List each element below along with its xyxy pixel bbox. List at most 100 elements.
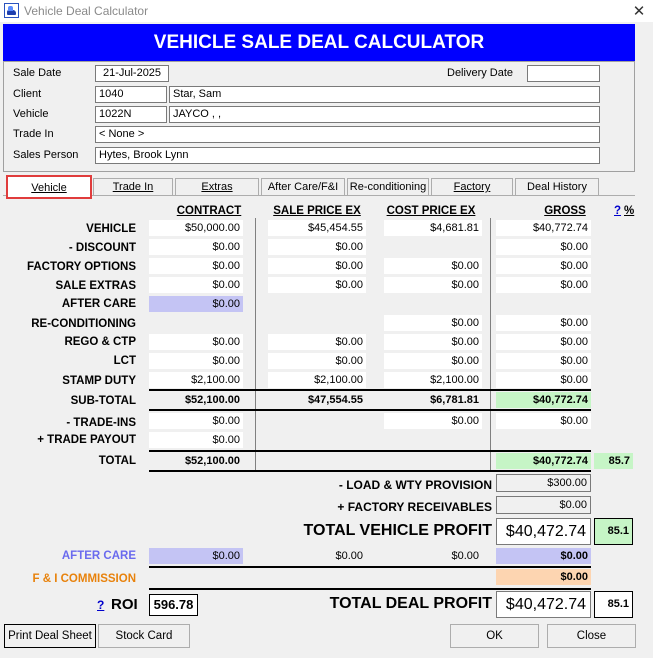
after-care-summary-label: AFTER CARE bbox=[61, 550, 136, 562]
sub-total-contract-cell: $52,100.00 bbox=[184, 394, 240, 406]
header-contract: CONTRACT bbox=[176, 205, 242, 217]
tab-vehicle[interactable]: Vehicle bbox=[6, 175, 92, 199]
tab-trade-in[interactable]: Trade In bbox=[93, 178, 173, 195]
after-care-summary-gross: $0.00 bbox=[496, 548, 591, 564]
discount-sale-cell[interactable]: $0.00 bbox=[268, 239, 366, 255]
sale-extras-cost-cell[interactable]: $0.00 bbox=[384, 277, 482, 293]
lct-gross-cell: $0.00 bbox=[496, 353, 591, 369]
factory-options-gross-cell: $0.00 bbox=[496, 258, 591, 274]
rego-ctp-contract-cell[interactable]: $0.00 bbox=[149, 334, 243, 350]
sales-person-field[interactable]: Hytes, Brook Lynn bbox=[95, 147, 600, 164]
trade-ins-gross-cell: $0.00 bbox=[496, 413, 591, 429]
vehicle-sale-cell[interactable]: $45,454.55 bbox=[268, 220, 366, 236]
discount-contract-cell[interactable]: $0.00 bbox=[149, 239, 243, 255]
close-button[interactable]: Close bbox=[547, 624, 636, 648]
factory-options-sale-cell[interactable]: $0.00 bbox=[268, 258, 366, 274]
stock-card-button[interactable]: Stock Card bbox=[98, 624, 190, 648]
factory-receivables-value: $0.00 bbox=[496, 496, 591, 514]
tab-vehicle-label: Vehicle bbox=[31, 182, 67, 194]
trade-ins-contract-cell[interactable]: $0.00 bbox=[149, 413, 243, 429]
roi-value: 596.78 bbox=[149, 594, 198, 616]
after-care-summary-sale: $0.00 bbox=[335, 550, 363, 562]
sale-date-field[interactable]: 21-Jul-2025 bbox=[95, 65, 169, 82]
ok-button[interactable]: OK bbox=[450, 624, 539, 648]
column-divider bbox=[490, 218, 491, 471]
total-deal-profit-value: $40,472.74 bbox=[496, 591, 591, 618]
total-rule bbox=[149, 450, 591, 452]
roi-label: ROI bbox=[111, 596, 138, 613]
stamp-duty-cost-cell[interactable]: $2,100.00 bbox=[384, 372, 482, 388]
total-percent-cell: 85.7 bbox=[594, 453, 633, 469]
rego-ctp-sale-cell[interactable]: $0.00 bbox=[268, 334, 366, 350]
column-divider bbox=[255, 218, 256, 471]
vehicle-cost-cell[interactable]: $4,681.81 bbox=[384, 220, 482, 236]
sale-extras-sale-cell[interactable]: $0.00 bbox=[268, 277, 366, 293]
roi-help-link[interactable]: ? bbox=[97, 598, 104, 612]
trade-payout-contract-cell[interactable]: $0.00 bbox=[149, 432, 243, 448]
tab-after-care[interactable]: After Care/F&I bbox=[261, 178, 345, 195]
tab-factory-label: Factory bbox=[453, 181, 491, 193]
tab-extras-label: Extras bbox=[201, 181, 233, 193]
client-code-field[interactable]: 1040 bbox=[95, 86, 167, 103]
vehicle-contract-cell[interactable]: $50,000.00 bbox=[149, 220, 243, 236]
lct-sale-cell[interactable]: $0.00 bbox=[268, 353, 366, 369]
total-deal-profit-label: TOTAL DEAL PROFIT bbox=[329, 595, 492, 612]
stamp-duty-sale-cell[interactable]: $2,100.00 bbox=[268, 372, 366, 388]
row-label-rego-ctp: REGO & CTP bbox=[64, 336, 136, 348]
tab-reconditioning[interactable]: Re-conditioning bbox=[347, 178, 429, 195]
tab-extras[interactable]: Extras bbox=[175, 178, 259, 195]
vehicle-gross-cell: $40,772.74 bbox=[496, 220, 591, 236]
close-icon[interactable]: ✕ bbox=[631, 2, 647, 20]
row-label-sale-extras: SALE EXTRAS bbox=[55, 280, 136, 292]
vehicle-profit-percent: 85.1 bbox=[594, 518, 633, 545]
stamp-duty-contract-cell[interactable]: $2,100.00 bbox=[149, 372, 243, 388]
after-care-summary-cost: $0.00 bbox=[451, 550, 479, 562]
vehicle-code-field[interactable]: 1022N bbox=[95, 106, 167, 123]
row-label-after-care: AFTER CARE bbox=[61, 298, 136, 310]
sale-date-label: Sale Date bbox=[13, 67, 62, 79]
tab-deal-history-label: Deal History bbox=[527, 181, 587, 193]
discount-gross-cell: $0.00 bbox=[496, 239, 591, 255]
row-label-vehicle: VEHICLE bbox=[86, 223, 136, 235]
total-vehicle-profit-label: TOTAL VEHICLE PROFIT bbox=[303, 522, 492, 539]
after-care-contract-cell[interactable]: $0.00 bbox=[149, 296, 243, 312]
total-gross-cell: $40,772.74 bbox=[496, 453, 591, 469]
tab-strip-line bbox=[3, 195, 635, 196]
subtotal-rule bbox=[149, 389, 591, 391]
rego-ctp-cost-cell[interactable]: $0.00 bbox=[384, 334, 482, 350]
window-title: Vehicle Deal Calculator bbox=[24, 4, 149, 18]
client-name-field[interactable]: Star, Sam bbox=[169, 86, 600, 103]
sub-total-gross-cell: $40,772.74 bbox=[496, 392, 591, 408]
tab-factory[interactable]: Factory bbox=[431, 178, 513, 195]
tab-after-care-label: After Care/F&I bbox=[267, 181, 339, 193]
sub-total-sale-cell: $47,554.55 bbox=[307, 394, 363, 406]
total-contract-cell: $52,100.00 bbox=[184, 455, 240, 467]
tab-deal-history[interactable]: Deal History bbox=[515, 178, 599, 195]
vehicle-label: Vehicle bbox=[13, 108, 49, 120]
trade-ins-cost-cell[interactable]: $0.00 bbox=[384, 413, 482, 429]
sale-extras-contract-cell[interactable]: $0.00 bbox=[149, 277, 243, 293]
sale-extras-gross-cell: $0.00 bbox=[496, 277, 591, 293]
factory-receivables-label: + FACTORY RECEIVABLES bbox=[337, 500, 492, 514]
vehicle-desc-field[interactable]: JAYCO , , bbox=[169, 106, 600, 123]
total-rule-bottom bbox=[149, 470, 591, 472]
total-vehicle-profit-value: $40,472.74 bbox=[496, 518, 591, 545]
lct-contract-cell[interactable]: $0.00 bbox=[149, 353, 243, 369]
print-deal-sheet-button[interactable]: Print Deal Sheet bbox=[4, 624, 96, 648]
factory-options-cost-cell[interactable]: $0.00 bbox=[384, 258, 482, 274]
load-wty-label: - LOAD & WTY PROVISION bbox=[338, 478, 492, 492]
rego-ctp-gross-cell: $0.00 bbox=[496, 334, 591, 350]
load-wty-value: $300.00 bbox=[496, 474, 591, 492]
factory-options-contract-cell[interactable]: $0.00 bbox=[149, 258, 243, 274]
row-label-sub-total: SUB-TOTAL bbox=[70, 395, 136, 407]
deal-profit-percent: 85.1 bbox=[594, 591, 633, 618]
tab-trade-in-label: Trade In bbox=[112, 181, 154, 193]
reconditioning-cost-cell[interactable]: $0.00 bbox=[384, 315, 482, 331]
after-care-rule bbox=[149, 566, 591, 568]
help-link[interactable]: ? bbox=[614, 205, 621, 217]
lct-cost-cell[interactable]: $0.00 bbox=[384, 353, 482, 369]
delivery-date-field[interactable] bbox=[527, 65, 600, 82]
vehicle-app-icon bbox=[4, 3, 19, 18]
trade-in-field[interactable]: < None > bbox=[95, 126, 600, 143]
client-label: Client bbox=[13, 88, 42, 100]
